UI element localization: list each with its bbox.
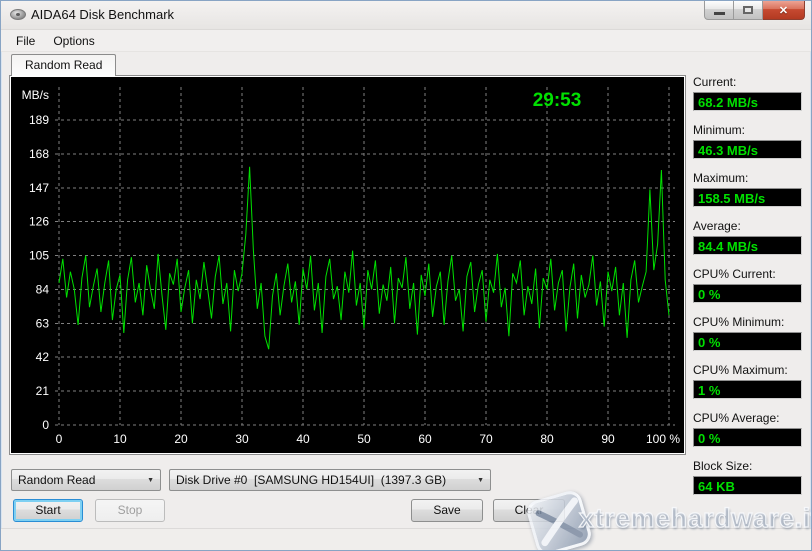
x-tick-label: 50 — [357, 432, 371, 446]
disk-icon — [10, 9, 26, 20]
stat-label: Minimum: — [693, 123, 802, 137]
x-tick-label: 60 — [418, 432, 432, 446]
stop-button[interactable]: Stop — [95, 499, 165, 522]
x-tick-label: 70 — [479, 432, 493, 446]
stat-label: Block Size: — [693, 459, 802, 473]
start-button[interactable]: Start — [13, 499, 83, 522]
x-tick-label: 80 — [540, 432, 554, 446]
x-tick-label: 20 — [174, 432, 188, 446]
benchmark-type-value: Random Read — [18, 473, 141, 487]
tab-random-read[interactable]: Random Read — [11, 54, 116, 76]
maximize-icon — [743, 6, 753, 14]
y-tick-label: 21 — [36, 384, 50, 398]
y-tick-label: 126 — [29, 215, 49, 229]
window-controls: ✕ — [704, 1, 805, 20]
stat-label: CPU% Average: — [693, 411, 802, 425]
maximize-button[interactable] — [734, 1, 763, 20]
y-axis-unit-label: MB/s — [22, 88, 49, 102]
y-tick-label: 168 — [29, 147, 49, 161]
x-tick-label: 30 — [235, 432, 249, 446]
stat-label: CPU% Maximum: — [693, 363, 802, 377]
stat-label: CPU% Current: — [693, 267, 802, 281]
stat-label: Maximum: — [693, 171, 802, 185]
x-tick-label: 40 — [296, 432, 310, 446]
x-tick-label: 100 % — [646, 432, 680, 446]
stat-value: 64 KB — [693, 476, 802, 495]
stat-value: 0 % — [693, 428, 802, 447]
minimize-icon — [714, 12, 725, 15]
stat-value: 0 % — [693, 284, 802, 303]
app-window: AIDA64 Disk Benchmark ✕ File Options Ran… — [0, 0, 812, 551]
window-title: AIDA64 Disk Benchmark — [31, 1, 174, 28]
benchmark-type-select[interactable]: Random Read ▼ — [11, 469, 161, 491]
y-tick-label: 189 — [29, 113, 49, 127]
y-tick-label: 42 — [36, 350, 50, 364]
x-tick-label: 90 — [601, 432, 615, 446]
y-tick-label: 63 — [36, 316, 50, 330]
menu-options[interactable]: Options — [44, 31, 103, 51]
elapsed-timer: 29:53 — [533, 90, 582, 111]
x-tick-label: 0 — [56, 432, 63, 446]
tab-panel: 189 168 147 126 105 84 63 42 21 0 MB/s 0 10 20 30 40 50 6… — [9, 75, 686, 455]
stats-panel: Current: 68.2 MB/s Minimum: 46.3 MB/s Maximu… — [693, 75, 802, 507]
stat-value: 84.4 MB/s — [693, 236, 802, 255]
minimize-button[interactable] — [704, 1, 734, 20]
drive-select[interactable]: Disk Drive #0 [SAMSUNG HD154UI] (1397.3 … — [169, 469, 491, 491]
x-tick-label: 10 — [113, 432, 127, 446]
stat-value: 46.3 MB/s — [693, 140, 802, 159]
close-icon: ✕ — [779, 4, 788, 17]
stat-value: 0 % — [693, 332, 802, 351]
stat-label: Average: — [693, 219, 802, 233]
stat-label: CPU% Minimum: — [693, 315, 802, 329]
close-button[interactable]: ✕ — [763, 1, 805, 20]
menu-bar: File Options — [1, 29, 811, 52]
stat-value: 1 % — [693, 380, 802, 399]
save-button[interactable]: Save — [411, 499, 483, 522]
y-tick-label: 147 — [29, 181, 49, 195]
stat-label: Current: — [693, 75, 802, 89]
chevron-down-icon: ▼ — [471, 477, 484, 484]
menu-file[interactable]: File — [7, 31, 44, 51]
title-bar: AIDA64 Disk Benchmark ✕ — [1, 1, 811, 29]
clear-button[interactable]: Clear — [493, 499, 565, 522]
y-tick-label: 105 — [29, 249, 49, 263]
stat-value: 158.5 MB/s — [693, 188, 802, 207]
status-strip — [1, 528, 811, 550]
stat-value: 68.2 MB/s — [693, 92, 802, 111]
y-tick-label: 84 — [36, 282, 50, 296]
benchmark-chart: 189 168 147 126 105 84 63 42 21 0 MB/s 0 10 20 30 40 50 6… — [11, 77, 684, 453]
drive-select-value: Disk Drive #0 [SAMSUNG HD154UI] (1397.3 … — [176, 473, 471, 487]
chevron-down-icon: ▼ — [141, 477, 154, 484]
y-tick-label: 0 — [42, 418, 49, 432]
